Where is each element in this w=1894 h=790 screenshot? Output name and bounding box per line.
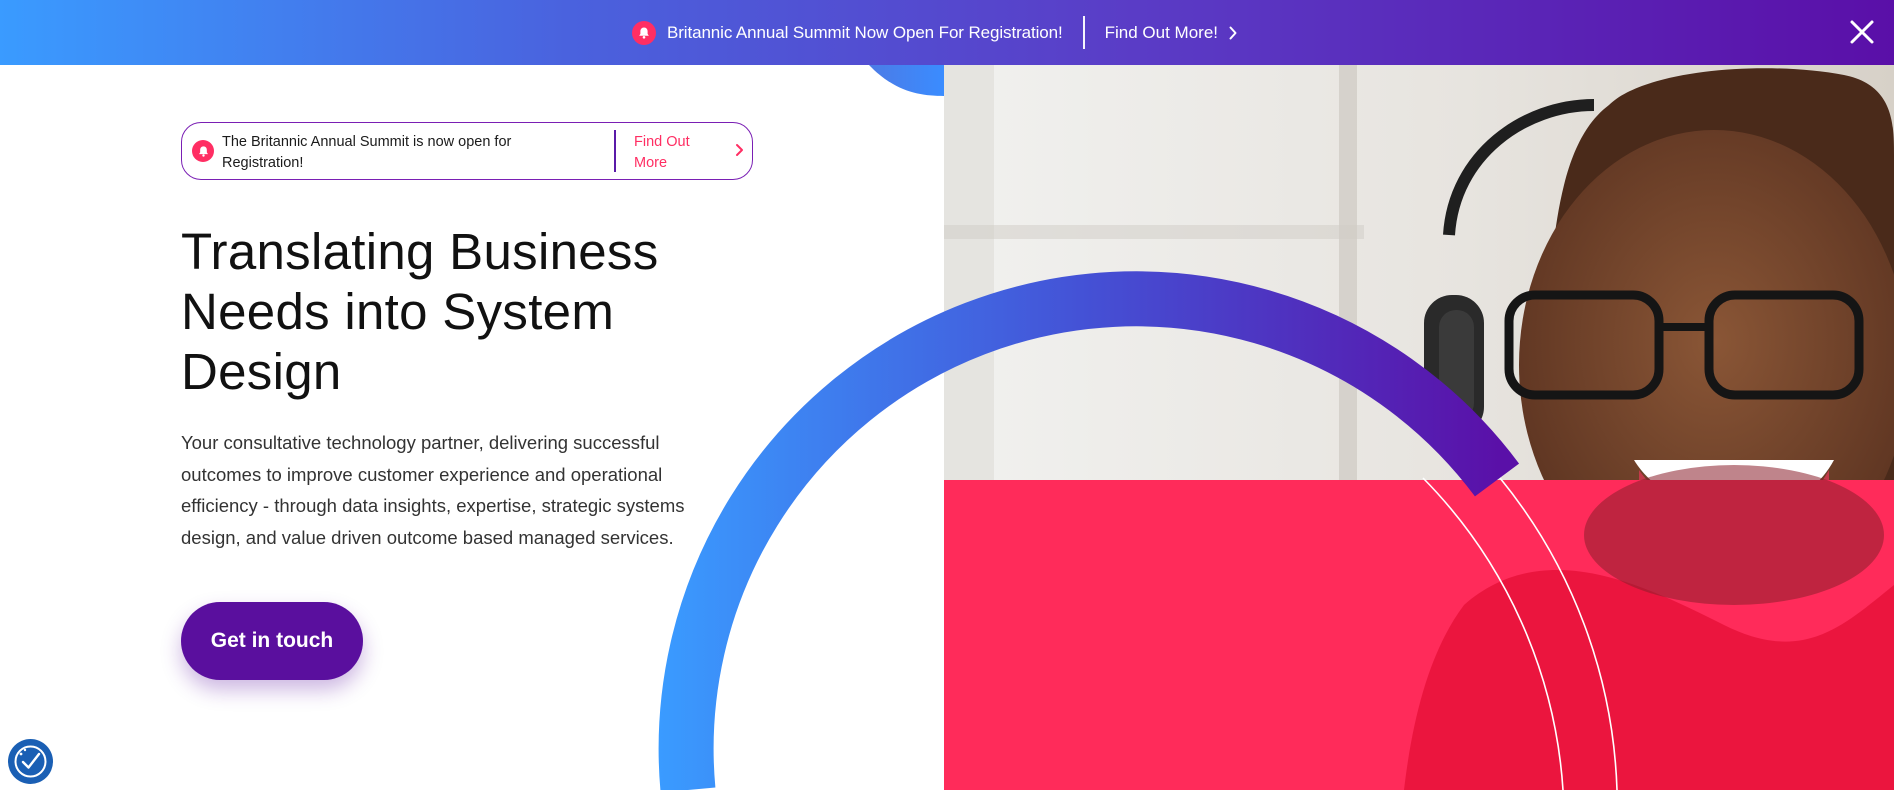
announcement-card-text: The Britannic Annual Summit is now open …: [222, 134, 512, 171]
accessibility-button[interactable]: [8, 739, 53, 784]
announcement-card-link[interactable]: Find Out More: [634, 132, 704, 174]
chevron-right-icon[interactable]: [735, 143, 744, 157]
get-in-touch-button[interactable]: Get in touch: [181, 602, 363, 680]
announcement-card-divider: [614, 130, 616, 172]
hero-description: Your consultative technology partner, de…: [181, 432, 685, 548]
bell-icon: [192, 140, 214, 162]
accessibility-icon: [14, 745, 47, 778]
page-title: Translating Business Needs into System D…: [181, 223, 659, 400]
announcement-card: The Britannic Annual Summit is now open …: [181, 122, 753, 180]
